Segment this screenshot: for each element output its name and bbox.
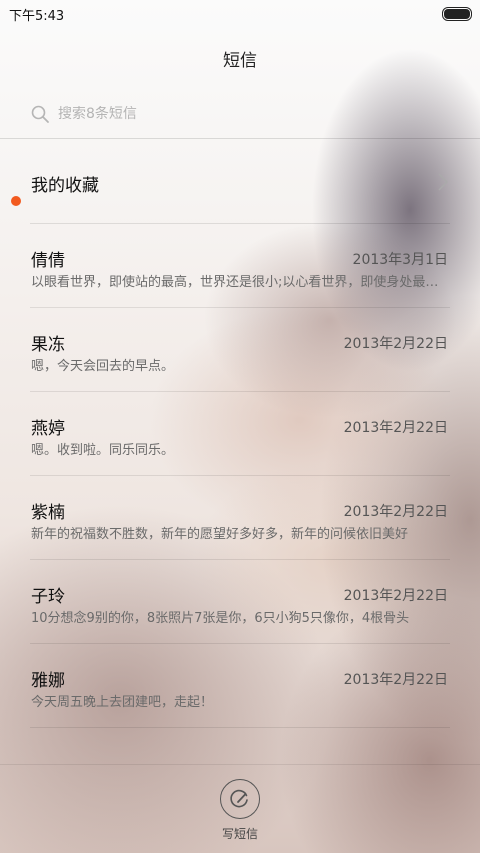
page-title: 短信 [223,51,257,71]
search-bar[interactable] [30,100,450,128]
search-icon [31,105,49,123]
conversation-item[interactable]: 雅娜 2013年2月22日 今天周五晚上去团建吧，走起！ [0,644,480,728]
battery-level [444,9,470,19]
message-preview: 今天周五晚上去团建吧，走起！ [31,695,214,710]
conversation-item[interactable]: 紫楠 2013年2月22日 新年的祝福数不胜数，新年的愿望好多好多，新年的问候依… [0,476,480,560]
message-preview: 嗯。收到啦。同乐同乐。 [31,443,175,458]
conversation-item[interactable]: 果冻 2013年2月22日 嗯，今天会回去的早点。 [0,308,480,392]
message-date: 2013年2月22日 [343,588,448,604]
divider [0,764,480,765]
message-date: 2013年2月22日 [343,504,448,520]
compose-label: 写短信 [221,827,258,841]
conversation-item[interactable]: 子玲 2013年2月22日 10分想念9别的你，8张照片7张是你，6只小狗5只像… [0,560,480,644]
message-date: 2013年2月22日 [343,420,448,436]
favorites-label: 我的收藏 [31,176,99,196]
contact-name: 果冻 [31,335,65,355]
conversation-list: 倩倩 2013年3月1日 以眼看世界，即使站的最高，世界还是很小;以心看世界，即… [0,224,480,728]
message-date: 2013年3月1日 [352,252,448,268]
message-preview: 10分想念9别的你，8张照片7张是你，6只小狗5只像你，4根骨头 [31,611,410,626]
message-preview: 新年的祝福数不胜数，新年的愿望好多好多，新年的问候依旧美好 [31,527,409,542]
compose-button[interactable]: 写短信 [200,779,280,845]
contact-name: 雅娜 [31,671,65,691]
conversation-item[interactable]: 倩倩 2013年3月1日 以眼看世界，即使站的最高，世界还是很小;以心看世界，即… [0,224,480,308]
favorites-row[interactable]: 我的收藏 [0,140,480,224]
unread-indicator [11,196,21,206]
messages-screen: 下午5:43 短信 我的收藏 倩倩 2013年3月1日 以眼看世界，即使站的最高… [0,0,480,853]
status-time: 下午5:43 [9,9,65,24]
message-date: 2013年2月22日 [343,672,448,688]
divider [0,138,480,139]
search-input[interactable] [58,106,418,122]
status-bar: 下午5:43 [0,0,480,26]
battery-icon [442,7,472,21]
chevron-right-icon [438,173,448,191]
conversation-item[interactable]: 燕婷 2013年2月22日 嗯。收到啦。同乐同乐。 [0,392,480,476]
contact-name: 倩倩 [31,251,65,271]
message-preview: 以眼看世界，即使站的最高，世界还是很小;以心看世界，即使身处最底层，世界也是很大 [31,275,449,290]
message-date: 2013年2月22日 [343,336,448,352]
compose-icon [230,789,248,808]
contact-name: 紫楠 [31,503,65,523]
message-preview: 嗯，今天会回去的早点。 [31,359,175,374]
contact-name: 子玲 [31,587,65,607]
compose-button-circle [220,779,260,819]
contact-name: 燕婷 [31,419,65,439]
divider [30,727,450,728]
